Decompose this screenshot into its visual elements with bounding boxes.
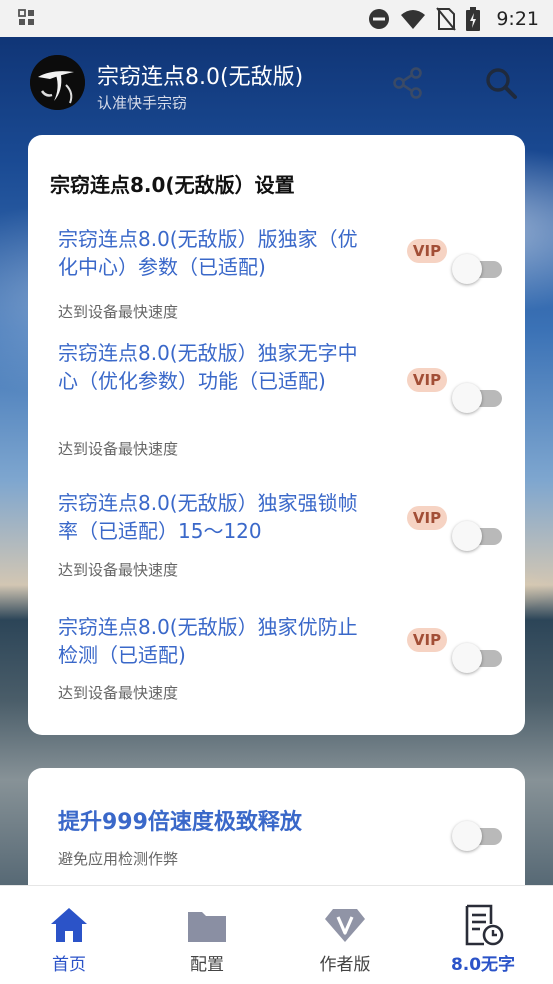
nav-item-author[interactable]: 作者版 <box>276 886 414 984</box>
settings-item-2[interactable]: 宗窃连点8.0(无敌版）独家无字中心（优化参数）功能（已适配) VIP 达到设备… <box>58 339 508 459</box>
settings-item-3[interactable]: 宗窃连点8.0(无敌版）独家强锁帧率（已适配）15～120 VIP 达到设备最快… <box>58 489 508 584</box>
nav-label: 作者版 <box>319 955 371 975</box>
setting-toggle-4[interactable] <box>452 643 506 673</box>
nav-item-config[interactable]: 配置 <box>138 886 276 984</box>
nav-label: 首页 <box>52 955 86 975</box>
settings-item-1[interactable]: 宗窃连点8.0(无敌版）版独家（优化中心）参数（已适配) VIP 达到设备最快速… <box>58 225 508 321</box>
settings-item-4[interactable]: 宗窃连点8.0(无敌版）独家优防止检测（已适配) VIP 达到设备最快速度 <box>58 613 508 708</box>
setting-subtitle: 达到设备最快速度 <box>58 440 179 458</box>
vip-badge: VIP <box>407 628 447 652</box>
search-icon[interactable] <box>483 65 519 101</box>
setting-subtitle: 达到设备最快速度 <box>58 684 179 702</box>
toggle-knob <box>452 254 482 284</box>
setting-title: 宗窃连点8.0(无敌版）独家优防止检测（已适配) <box>58 615 358 667</box>
app-title: 宗窃连点8.0(无敌版) <box>97 65 304 90</box>
setting-subtitle: 达到设备最快速度 <box>58 561 179 579</box>
battery-icon <box>466 6 481 31</box>
setting-title: 宗窃连点8.0(无敌版）独家强锁帧率（已适配）15～120 <box>58 491 358 543</box>
nav-item-nochar[interactable]: 8.0无字 <box>414 886 552 984</box>
toggle-knob <box>452 643 482 673</box>
settings-card-title: 宗窃连点8.0(无敌版）设置 <box>50 173 295 197</box>
setting-title: 宗窃连点8.0(无敌版）版独家（优化中心）参数（已适配) <box>58 227 358 279</box>
nav-item-home[interactable]: 首页 <box>0 886 138 984</box>
setting-toggle-1[interactable] <box>452 254 506 284</box>
setting-toggle-3[interactable] <box>452 521 506 551</box>
vip-badge: VIP <box>407 239 447 263</box>
setting-toggle-2[interactable] <box>452 383 506 413</box>
setting-title: 宗窃连点8.0(无敌版）独家无字中心（优化参数）功能（已适配) <box>58 341 358 393</box>
boost-subtitle: 避免应用检测作弊 <box>58 850 179 868</box>
wifi-icon <box>401 9 426 29</box>
apps-grid-icon <box>18 9 34 25</box>
no-sim-icon <box>436 6 457 31</box>
app-subtitle: 认准快手宗窃 <box>97 94 188 112</box>
settings-card: 宗窃连点8.0(无敌版）设置 宗窃连点8.0(无敌版）版独家（优化中心）参数（已… <box>28 135 525 735</box>
toggle-knob <box>452 383 482 413</box>
avatar-calligraphy-image <box>30 55 85 110</box>
status-time: 9:21 <box>496 7 539 30</box>
boost-title: 提升999倍速度极致释放 <box>58 810 302 835</box>
boost-toggle[interactable] <box>452 821 506 851</box>
vip-badge: VIP <box>407 506 447 530</box>
do-not-disturb-icon <box>369 8 390 29</box>
document-clock-icon <box>465 904 504 946</box>
setting-subtitle: 达到设备最快速度 <box>58 303 179 321</box>
toggle-knob <box>452 521 482 551</box>
diamond-v-icon <box>325 909 365 942</box>
folder-icon <box>188 912 226 942</box>
toggle-knob <box>452 821 482 851</box>
home-icon <box>51 908 87 942</box>
bottom-nav: 首页 配置 作者版 8.0无字 <box>0 885 553 984</box>
vip-badge: VIP <box>407 368 447 392</box>
app-header: 宗窃连点8.0(无敌版) 认准快手宗窃 <box>0 37 553 132</box>
nav-label: 配置 <box>190 955 224 975</box>
avatar[interactable] <box>30 55 85 110</box>
nav-label: 8.0无字 <box>450 955 516 975</box>
share-icon[interactable] <box>390 65 426 101</box>
status-bar: 9:21 <box>0 0 553 37</box>
